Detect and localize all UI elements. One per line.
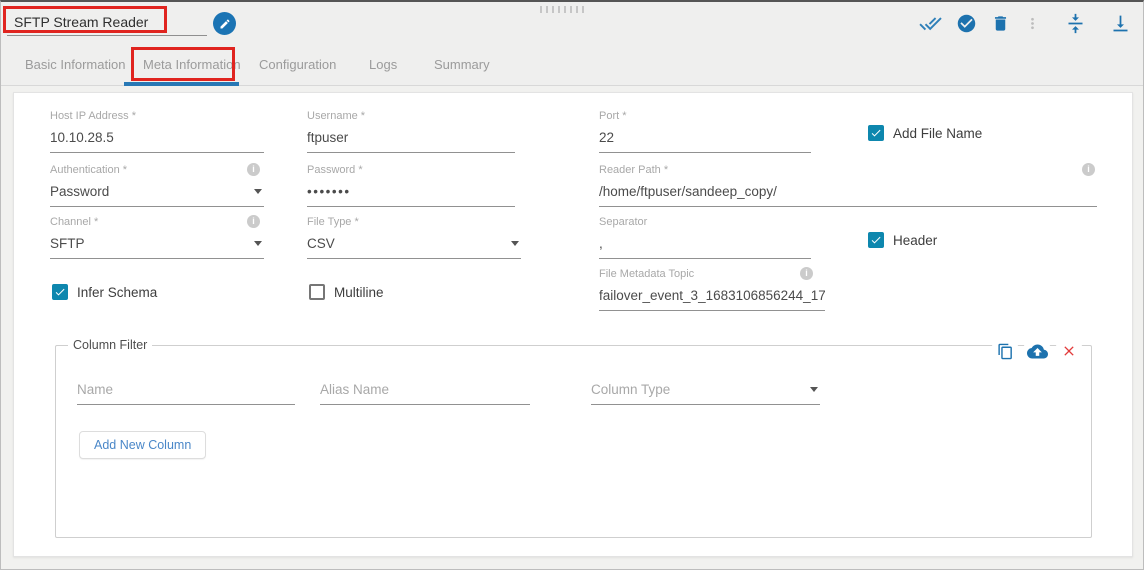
- component-name-input[interactable]: [7, 10, 207, 36]
- file-type-label: File Type *: [307, 216, 359, 228]
- chevron-down-icon: [511, 240, 519, 246]
- info-icon[interactable]: i: [1082, 163, 1095, 176]
- header-checkbox[interactable]: Header: [868, 232, 937, 248]
- drag-handle[interactable]: [540, 6, 584, 13]
- file-type-select[interactable]: CSV: [307, 232, 521, 259]
- file-metadata-topic-input[interactable]: [599, 284, 825, 311]
- check-circle-icon: [957, 14, 976, 32]
- column-name-field: [77, 378, 295, 405]
- delete-button[interactable]: [991, 14, 1010, 33]
- trash-icon: [994, 15, 1007, 31]
- authentication-field: Authentication * i Password: [50, 163, 264, 207]
- add-new-column-button[interactable]: Add New Column: [79, 431, 207, 459]
- info-icon[interactable]: i: [247, 215, 260, 228]
- channel-value: SFTP: [50, 235, 85, 251]
- column-filter-legend: Column Filter: [73, 338, 148, 352]
- info-icon[interactable]: i: [247, 163, 260, 176]
- column-type-placeholder: Column Type: [591, 381, 671, 397]
- authentication-value: Password: [50, 183, 110, 199]
- port-input[interactable]: [599, 126, 811, 153]
- tab-configuration[interactable]: Configuration: [259, 44, 336, 86]
- reader-path-field: Reader Path * i: [599, 163, 1097, 207]
- copy-button[interactable]: [991, 337, 1019, 365]
- info-icon[interactable]: i: [800, 267, 813, 280]
- upload-button[interactable]: [1023, 337, 1051, 365]
- separator-label: Separator: [599, 216, 648, 228]
- authentication-select[interactable]: Password: [50, 180, 264, 207]
- multiline-checkbox[interactable]: Multiline: [309, 284, 384, 300]
- port-label: Port *: [599, 110, 627, 122]
- form-card: Host IP Address * Username * Port * Add …: [13, 92, 1133, 557]
- chevron-down-icon: [254, 188, 262, 194]
- kebab-menu-icon: [1031, 17, 1034, 29]
- column-filter-actions: [991, 337, 1083, 365]
- channel-select[interactable]: SFTP: [50, 232, 264, 259]
- tab-meta-information[interactable]: Meta Information: [143, 44, 241, 86]
- alias-name-input[interactable]: [320, 378, 530, 405]
- password-field: Password *: [307, 164, 515, 207]
- double-check-icon: [919, 16, 942, 30]
- active-tab-underline: [124, 82, 239, 86]
- host-ip-field: Host IP Address *: [50, 110, 264, 153]
- column-filter-section: Column Filter Column Type: [55, 337, 1092, 538]
- host-ip-input[interactable]: [50, 126, 264, 153]
- download-button[interactable]: [1110, 13, 1131, 34]
- file-metadata-topic-label: File Metadata Topic: [599, 268, 695, 280]
- cloud-upload-icon: [1026, 344, 1048, 358]
- password-label: Password *: [307, 164, 363, 176]
- column-name-input[interactable]: [77, 378, 295, 405]
- header-label: Header: [893, 232, 938, 248]
- username-input[interactable]: [307, 126, 515, 153]
- close-icon: [1064, 346, 1074, 356]
- file-type-value: CSV: [307, 235, 335, 251]
- download-icon: [1113, 15, 1128, 31]
- checkbox-icon[interactable]: [52, 284, 68, 300]
- add-file-name-label: Add File Name: [893, 125, 983, 141]
- edit-name-button[interactable]: [213, 12, 236, 35]
- infer-schema-checkbox[interactable]: Infer Schema: [52, 284, 157, 300]
- tab-logs[interactable]: Logs: [369, 44, 397, 86]
- reader-path-label: Reader Path *: [599, 164, 669, 176]
- separator-input[interactable]: [599, 232, 811, 259]
- multiline-label: Multiline: [334, 284, 384, 300]
- tab-bar: Basic Information Meta Information Confi…: [1, 44, 1143, 86]
- reader-path-input[interactable]: [599, 180, 1097, 207]
- remove-filter-button[interactable]: [1055, 337, 1083, 365]
- file-metadata-topic-field: File Metadata Topic i: [599, 267, 825, 311]
- add-file-name-checkbox[interactable]: Add File Name: [868, 125, 982, 141]
- tab-summary[interactable]: Summary: [434, 44, 490, 86]
- authentication-label: Authentication *: [50, 164, 128, 176]
- file-type-field: File Type * CSV: [307, 216, 521, 259]
- checkbox-icon[interactable]: [868, 232, 884, 248]
- check-circle-button[interactable]: [956, 13, 977, 34]
- double-check-button[interactable]: [919, 12, 942, 35]
- chevron-down-icon: [254, 240, 262, 246]
- pencil-icon: [220, 18, 230, 28]
- column-type-field: Column Type: [591, 378, 820, 405]
- channel-field: Channel * i SFTP: [50, 215, 264, 259]
- password-input[interactable]: [307, 180, 515, 207]
- separator-field: Separator: [599, 216, 811, 259]
- username-field: Username *: [307, 110, 515, 153]
- checkbox-icon[interactable]: [868, 125, 884, 141]
- infer-schema-label: Infer Schema: [77, 284, 158, 300]
- tab-basic-information[interactable]: Basic Information: [25, 44, 125, 86]
- column-type-select[interactable]: Column Type: [591, 378, 820, 405]
- port-field: Port *: [599, 110, 811, 153]
- chevron-down-icon: [810, 386, 818, 392]
- checkbox-icon[interactable]: [309, 284, 325, 300]
- username-label: Username *: [307, 110, 366, 122]
- collapse-button[interactable]: [1065, 13, 1086, 34]
- alias-name-field: [320, 378, 530, 405]
- host-ip-label: Host IP Address *: [50, 110, 137, 122]
- collapse-vertical-icon: [1068, 13, 1083, 33]
- more-options-button[interactable]: [1024, 15, 1041, 32]
- sftp-stream-reader-page: Basic Information Meta Information Confi…: [0, 0, 1144, 570]
- header-bar: [1, 2, 1143, 44]
- channel-label: Channel *: [50, 216, 99, 228]
- copy-icon: [997, 343, 1012, 359]
- header-actions: [919, 2, 1131, 44]
